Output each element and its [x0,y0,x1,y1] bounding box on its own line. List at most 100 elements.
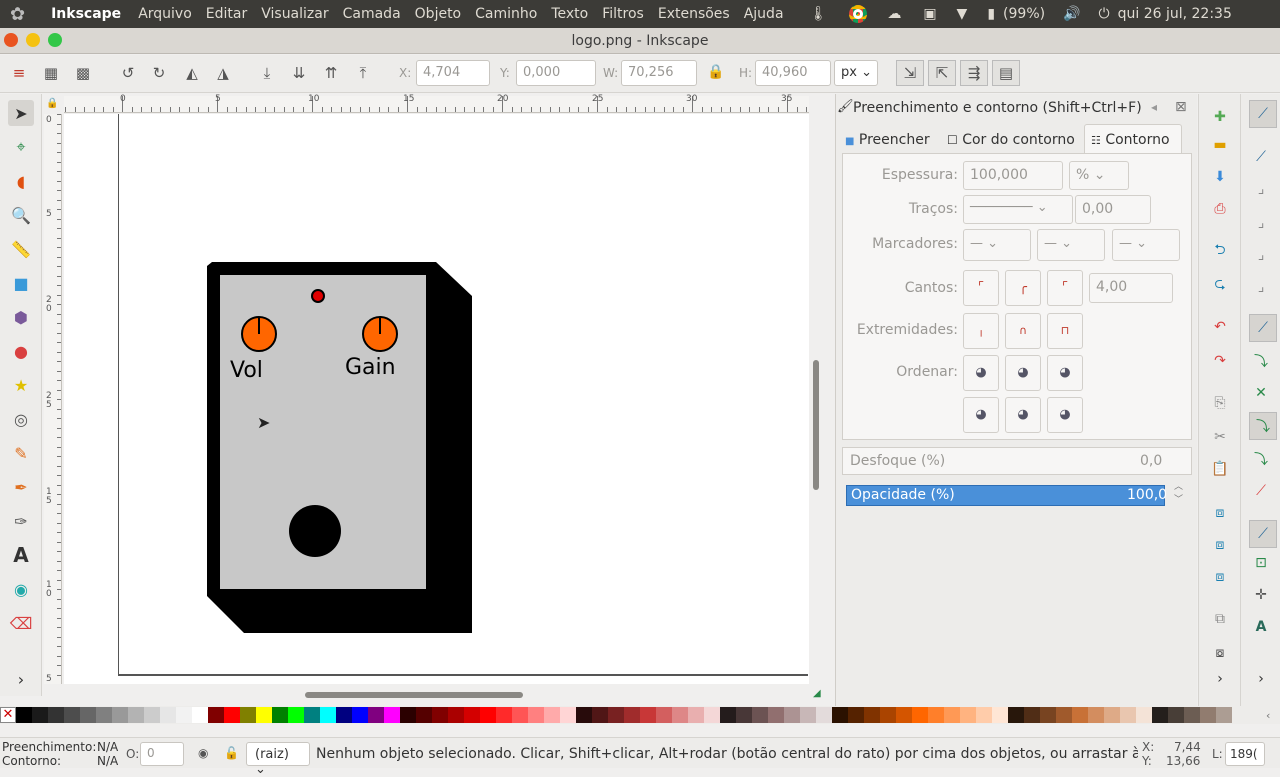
color-swatch[interactable] [176,707,192,723]
selector-tool-icon[interactable]: ➤ [8,100,34,126]
snap-object-centers-icon[interactable]: ⊡ [1250,552,1272,574]
new-document-icon[interactable]: ✚ [1209,106,1231,128]
color-swatch[interactable] [672,707,688,723]
color-swatch[interactable] [928,707,944,723]
dash-offset-input[interactable]: 0,00 [1075,195,1151,224]
order-markers-fill-stroke-button[interactable]: ◕ [963,397,999,433]
layer-select[interactable]: (raiz) ⌄ [246,742,310,777]
color-swatch[interactable] [1200,707,1216,723]
cap-butt-button[interactable]: ╷ [963,313,999,349]
color-swatch[interactable] [656,707,672,723]
panel-collapse-icon[interactable]: ◂ [1151,100,1157,114]
snap-bbox-centers-icon[interactable]: ⌟ [1250,276,1272,298]
toggle-lock-icon[interactable]: 🔓 [224,746,239,760]
pedal-drawing[interactable]: Vol Gain [64,114,809,684]
color-swatch[interactable] [1120,707,1136,723]
start-marker-select[interactable]: — ⌄ [963,229,1031,261]
paste-icon[interactable]: 📋 [1209,458,1231,480]
color-swatch[interactable] [864,707,880,723]
w-input[interactable]: 70,256 [621,60,697,86]
drawing-canvas[interactable]: Vol Gain ➤ [64,114,809,684]
spray-tool-icon[interactable]: ◉ [8,576,34,602]
color-swatch[interactable] [1072,707,1088,723]
color-swatch[interactable] [384,707,400,723]
flip-horizontal-icon[interactable]: ◭ [181,62,203,84]
color-swatch[interactable] [256,707,272,723]
battery-icon[interactable]: ▮ [987,6,995,22]
expand-commands-icon[interactable]: › [1209,668,1231,690]
pencil-tool-icon[interactable]: ✎ [8,440,34,466]
opacidade-spinner-icon[interactable]: ︿ ﹀ [1174,481,1183,507]
menu-ajuda[interactable]: Ajuda [744,6,784,22]
tab-cor-do-contorno[interactable]: ☐ Cor do contorno [947,127,1082,153]
toggle-visibility-icon[interactable]: ◉ [198,746,208,760]
menu-editar[interactable]: Editar [206,6,247,22]
tweak-tool-icon[interactable]: ◖ [8,168,34,194]
open-icon[interactable]: ▬ [1209,134,1231,156]
chrome-icon[interactable] [849,5,868,23]
menu-extensoes[interactable]: Extensões [658,6,730,22]
undo-icon[interactable]: ↶ [1209,316,1231,338]
color-swatch[interactable] [1184,707,1200,723]
stroke-indicator-value[interactable]: N/A [97,754,118,768]
color-swatch[interactable] [80,707,96,723]
y-input[interactable]: 0,000 [516,60,596,86]
redo-icon[interactable]: ↷ [1209,350,1231,372]
color-swatch[interactable] [1136,707,1152,723]
color-swatch[interactable] [496,707,512,723]
color-swatch[interactable] [848,707,864,723]
text-tool-icon[interactable]: A [8,542,34,568]
order-stroke-fill-markers-button[interactable]: ◕ [1005,355,1041,391]
snap-text-baseline-icon[interactable]: A [1250,616,1272,638]
snap-path-intersections-icon[interactable]: ✕ [1250,382,1272,404]
select-all-layers-icon[interactable]: ▦ [40,62,62,84]
save-icon[interactable]: ⬇ [1209,166,1231,188]
tab-preencher[interactable]: ■ Preencher [845,127,945,153]
join-miter-button[interactable]: ⌜ [963,270,999,306]
horizontal-scrollbar[interactable] [305,692,523,698]
flip-vertical-icon[interactable]: ◮ [212,62,234,84]
3d-box-tool-icon[interactable]: ⬢ [8,304,34,330]
color-swatch[interactable] [336,707,352,723]
color-swatch[interactable] [784,707,800,723]
move-gradients-icon[interactable]: ⇶ [960,60,988,86]
scale-corners-icon[interactable]: ⇱ [928,60,956,86]
color-swatch[interactable] [960,707,976,723]
snap-nodes-icon[interactable]: ⟋ [1249,314,1277,342]
color-swatch[interactable] [800,707,816,723]
unit-select[interactable]: px ⌄ [834,60,878,86]
cloud-icon[interactable]: ☁ [887,6,901,22]
menu-texto[interactable]: Texto [551,6,588,22]
color-swatch[interactable] [704,707,720,723]
snap-bbox-edges-icon[interactable]: ⌟ [1250,178,1272,200]
color-swatch[interactable] [992,707,1008,723]
color-swatch[interactable] [976,707,992,723]
zoom-tool-icon[interactable]: 🔍 [8,202,34,228]
color-swatch[interactable] [912,707,928,723]
eraser-tool-icon[interactable]: ⌫ [8,610,34,636]
expand-snap-icon[interactable]: › [1250,668,1272,690]
snap-smooth-nodes-icon[interactable]: ⤵ [1250,448,1272,470]
temperature-icon[interactable]: 🌡 [810,6,828,22]
rectangle-tool-icon[interactable]: ■ [8,270,34,296]
color-swatch[interactable] [816,707,832,723]
color-swatch[interactable] [944,707,960,723]
color-swatch[interactable] [320,707,336,723]
clone-icon[interactable]: ⧇ [1209,642,1231,664]
end-marker-select[interactable]: — ⌄ [1112,229,1180,261]
battery-level[interactable]: (99%) [1003,6,1045,22]
color-swatch[interactable] [576,707,592,723]
order-markers-stroke-fill-button[interactable]: ◕ [1047,397,1083,433]
order-fill-markers-stroke-button[interactable]: ◕ [1047,355,1083,391]
color-swatch[interactable] [1088,707,1104,723]
snap-others-icon[interactable]: ⟋ [1249,520,1277,548]
close-window-button[interactable] [4,33,18,47]
color-swatch[interactable] [832,707,848,723]
color-swatch[interactable] [544,707,560,723]
join-round-button[interactable]: ╭ [1005,270,1041,306]
color-swatch[interactable] [1216,707,1232,723]
color-swatch[interactable] [480,707,496,723]
ellipse-tool-icon[interactable]: ● [8,338,34,364]
expand-toolbox-icon[interactable]: › [8,666,34,692]
zoom-drawing-icon[interactable]: ⧈ [1209,534,1231,556]
